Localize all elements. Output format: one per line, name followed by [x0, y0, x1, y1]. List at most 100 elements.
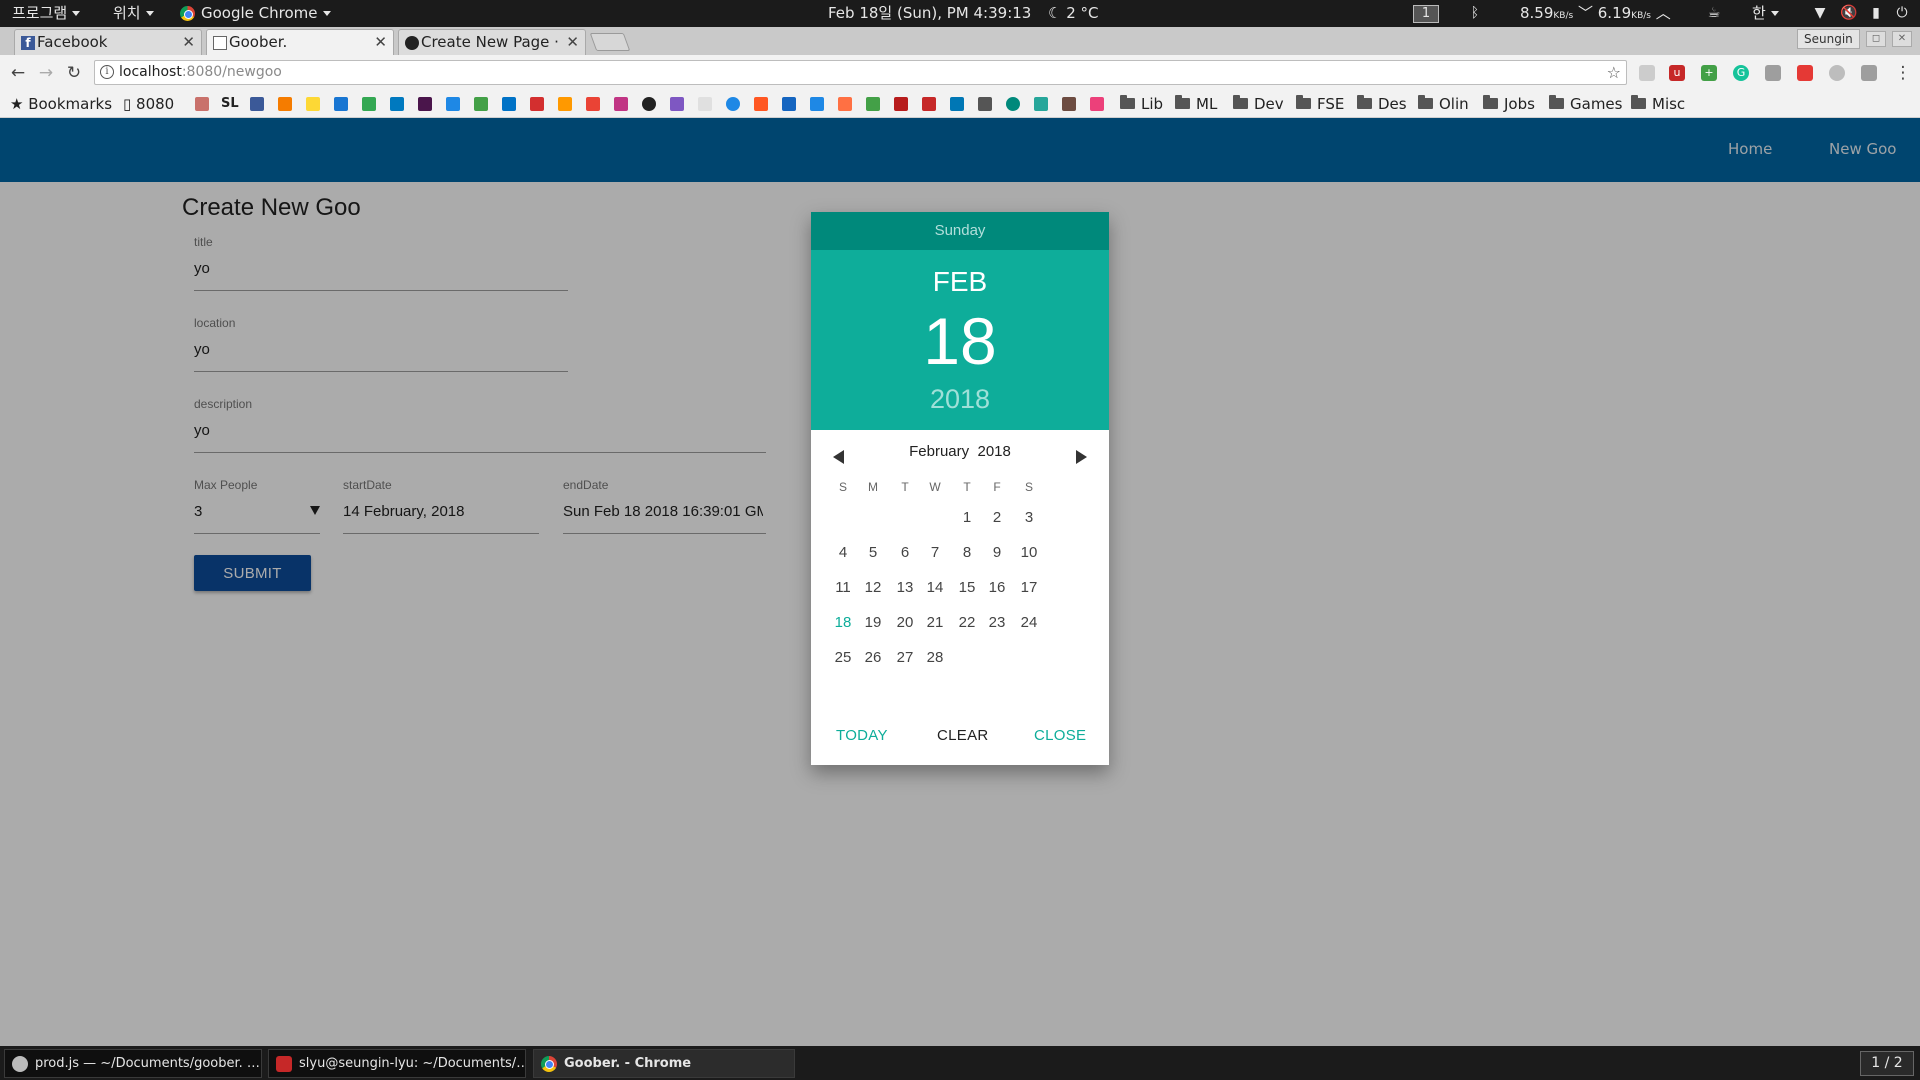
bookmark-icon[interactable]	[922, 97, 936, 111]
amazon-icon[interactable]	[558, 97, 572, 111]
calendar-day[interactable]: 14	[917, 578, 953, 598]
calendar-day[interactable]: 16	[979, 578, 1015, 598]
places-menu[interactable]: 위치	[113, 0, 154, 27]
trello-icon[interactable]	[390, 97, 404, 111]
extension-icon[interactable]	[1829, 65, 1845, 81]
volume-muted-icon[interactable]: 🔇	[1840, 5, 1857, 21]
bookmark-folder-ml[interactable]: ML	[1175, 91, 1217, 117]
wifi-icon[interactable]: ▼	[1812, 5, 1828, 21]
bookmark-icon[interactable]	[1062, 97, 1076, 111]
calendar-icon[interactable]	[334, 97, 348, 111]
calendar-day[interactable]: 2	[979, 508, 1015, 528]
workspace-pager[interactable]: 1 / 2	[1860, 1051, 1914, 1076]
calendar-day[interactable]: 28	[917, 648, 953, 668]
star-icon[interactable]: ☆	[1607, 61, 1621, 84]
back-arrow-icon[interactable]: ←	[8, 63, 28, 83]
address-bar[interactable]: i localhost:8080/newgoo ☆	[94, 60, 1627, 85]
restore-window-button[interactable]: ◻	[1866, 31, 1886, 47]
info-icon[interactable]: i	[100, 65, 114, 79]
calendar-day[interactable]: 3	[1011, 508, 1047, 528]
bookmark-icon[interactable]	[698, 97, 712, 111]
close-icon[interactable]: ✕	[374, 30, 387, 54]
bookmark-icon[interactable]	[446, 97, 460, 111]
calendar-day[interactable]: 26	[855, 648, 891, 668]
ublock-icon[interactable]: u	[1669, 65, 1685, 81]
bookmark-icon[interactable]	[530, 97, 544, 111]
next-month-icon[interactable]	[1076, 450, 1087, 464]
clock[interactable]: Feb 18일 (Sun), PM 4:39:13	[828, 0, 1031, 27]
bookmark-8080[interactable]: ▯ 8080	[123, 91, 174, 117]
bookmark-folder-misc[interactable]: Misc	[1631, 91, 1685, 117]
flag-icon[interactable]	[894, 97, 908, 111]
workspace-switcher[interactable]: 1	[1413, 0, 1439, 27]
calendar-day[interactable]: 12	[855, 578, 891, 598]
calendar-day[interactable]: 10	[1011, 543, 1047, 563]
input-method-menu[interactable]: 한	[1752, 0, 1779, 27]
facebook-icon[interactable]	[250, 97, 264, 111]
bookmark-icon[interactable]	[866, 97, 880, 111]
weather-indicator[interactable]: ☾ 2 °C	[1048, 0, 1099, 27]
tab-create-new-page[interactable]: Create New Page · ✕	[398, 29, 586, 55]
mug-icon[interactable]: ☕	[1706, 5, 1722, 21]
bookmark-icon[interactable]	[195, 97, 209, 111]
bookmarks-apps[interactable]: ★ Bookmarks	[10, 91, 112, 117]
linkedin-icon[interactable]	[950, 97, 964, 111]
outlook-icon[interactable]	[502, 97, 516, 111]
github-icon[interactable]	[642, 97, 656, 111]
active-app-menu[interactable]: Google Chrome	[180, 0, 331, 27]
extension-icon[interactable]	[1765, 65, 1781, 81]
drive-icon[interactable]	[362, 97, 376, 111]
clear-button[interactable]: CLEAR	[937, 727, 989, 744]
bookmark-icon[interactable]	[782, 97, 796, 111]
calendar-day[interactable]: 17	[1011, 578, 1047, 598]
calendar-day[interactable]: 9	[979, 543, 1015, 563]
gmail-icon[interactable]	[586, 97, 600, 111]
bookmark-icon[interactable]	[838, 97, 852, 111]
calendar-day[interactable]: 19	[855, 613, 891, 633]
taskbar-item-chrome[interactable]: Goober. - Chrome	[533, 1049, 795, 1078]
bookmark-icon[interactable]	[1090, 97, 1104, 111]
bookmark-folder-olin[interactable]: Olin	[1418, 91, 1469, 117]
new-tab-button[interactable]	[589, 33, 631, 51]
extension-icon[interactable]	[1639, 65, 1655, 81]
bookmark-folder-games[interactable]: Games	[1549, 91, 1622, 117]
calendar-day[interactable]: 5	[855, 543, 891, 563]
programs-menu[interactable]: 프로그램	[12, 0, 81, 27]
battery-icon[interactable]: ▮	[1868, 5, 1884, 21]
tab-goober[interactable]: Goober. ✕	[206, 29, 394, 55]
taskbar-item-terminal[interactable]: slyu@seungin-lyu: ~/Documents/…	[268, 1049, 526, 1078]
taskbar-item-editor[interactable]: prod.js — ~/Documents/goober. …	[4, 1049, 262, 1078]
menu-icon[interactable]: ⋮	[1893, 63, 1913, 83]
calendar-day[interactable]: 23	[979, 613, 1015, 633]
reload-icon[interactable]: ↻	[64, 63, 84, 83]
bookmark-folder-lib[interactable]: Lib	[1120, 91, 1163, 117]
bookmark-icon[interactable]	[670, 97, 684, 111]
close-window-button[interactable]: ✕	[1892, 31, 1912, 47]
bookmark-icon[interactable]	[278, 97, 292, 111]
grammarly-icon[interactable]: G	[1733, 65, 1749, 81]
bookmark-folder-jobs[interactable]: Jobs	[1483, 91, 1535, 117]
slack-icon[interactable]	[418, 97, 432, 111]
bookmark-sl[interactable]: SL	[221, 91, 239, 117]
profile-button[interactable]: Seungin	[1797, 29, 1860, 49]
bookmark-icon[interactable]	[474, 97, 488, 111]
bookmark-folder-fse[interactable]: FSE	[1296, 91, 1344, 117]
bookmark-icon[interactable]	[978, 97, 992, 111]
power-menu-icon[interactable]: ⏻	[1894, 5, 1910, 21]
bookmark-icon[interactable]	[306, 97, 320, 111]
calendar-day[interactable]: 21	[917, 613, 953, 633]
extension-icon[interactable]	[1861, 65, 1877, 81]
tab-facebook[interactable]: f Facebook ✕	[14, 29, 202, 55]
bookmark-icon[interactable]	[754, 97, 768, 111]
forward-arrow-icon[interactable]: →	[36, 63, 56, 83]
extension-icon[interactable]: +	[1701, 65, 1717, 81]
bookmark-icon[interactable]	[1006, 97, 1020, 111]
today-button[interactable]: TODAY	[836, 727, 888, 744]
close-icon[interactable]: ✕	[566, 30, 579, 54]
close-button[interactable]: CLOSE	[1034, 727, 1086, 744]
calendar-day[interactable]: 24	[1011, 613, 1047, 633]
bookmark-icon[interactable]	[726, 97, 740, 111]
extension-icon[interactable]	[1797, 65, 1813, 81]
picker-year[interactable]: 2018	[811, 384, 1109, 415]
close-icon[interactable]: ✕	[182, 30, 195, 54]
